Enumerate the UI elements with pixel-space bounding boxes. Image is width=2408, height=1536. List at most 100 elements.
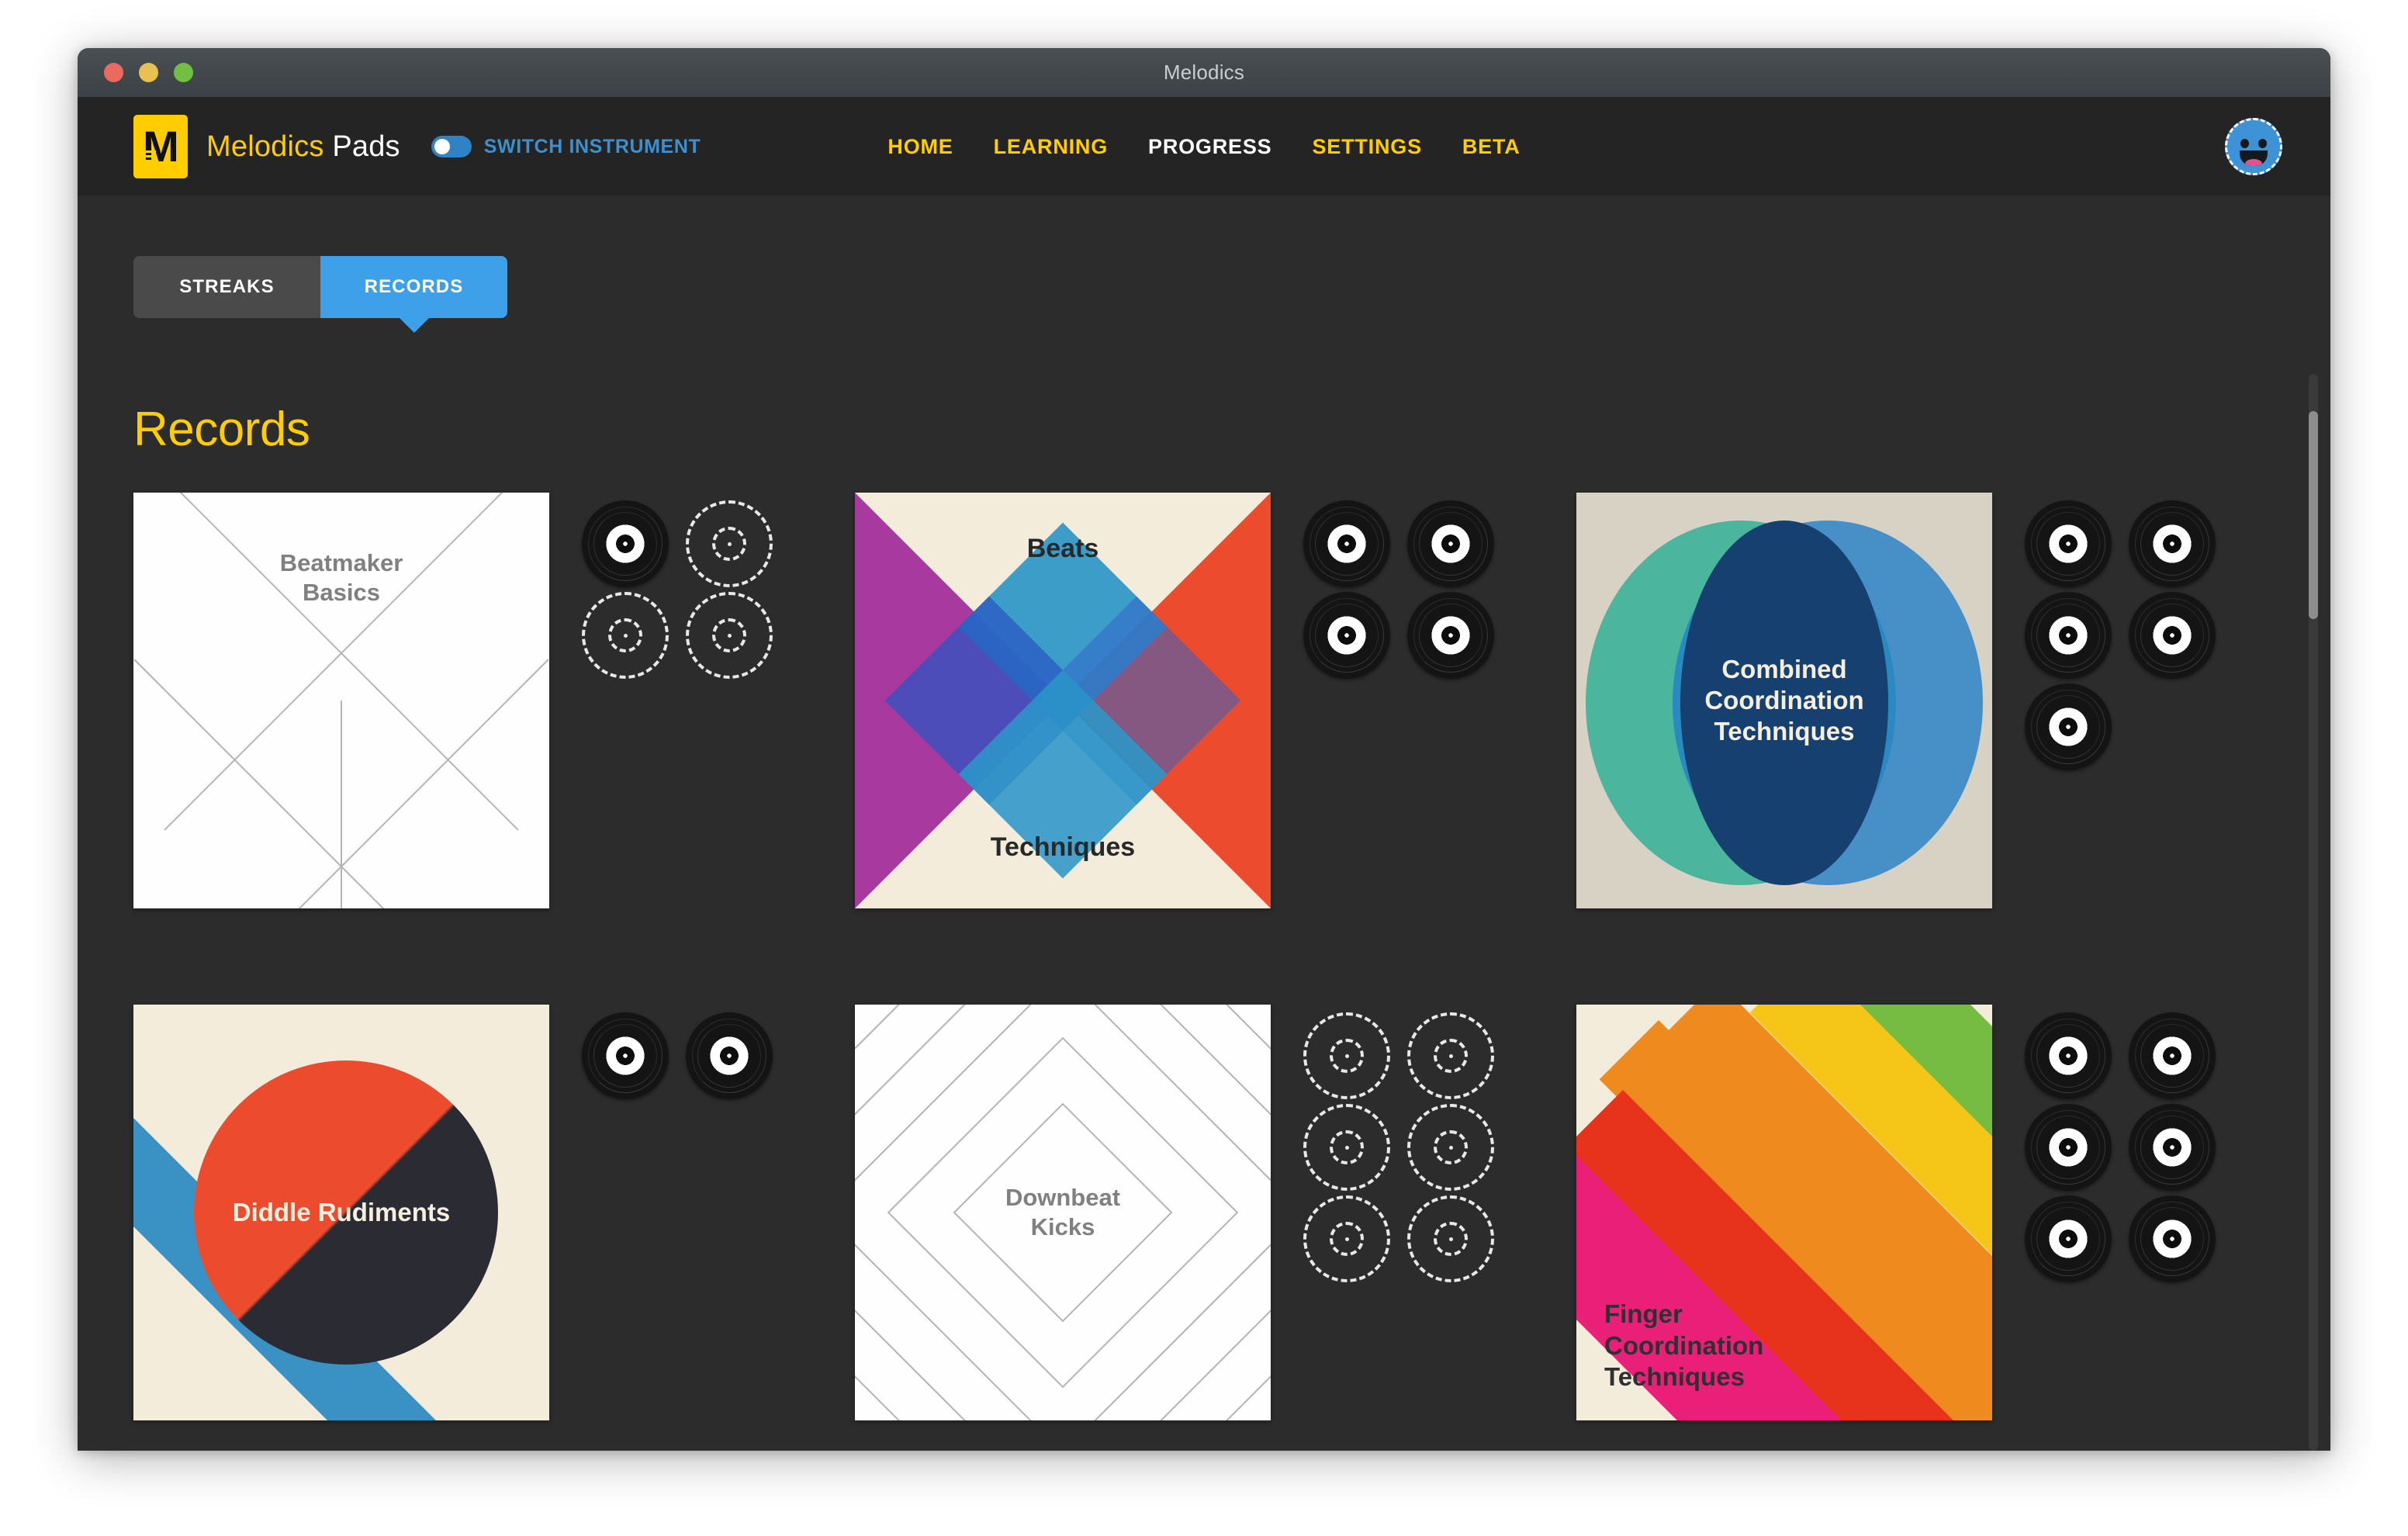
avatar[interactable]	[2225, 118, 2282, 175]
vinyl-badge-locked[interactable]	[1303, 1195, 1390, 1282]
record-title-line-1: Combined	[1721, 654, 1847, 683]
vinyl-badge-earned[interactable]	[2129, 1104, 2216, 1191]
record-cover-downbeat-kicks[interactable]: Downbeat Kicks	[855, 1005, 1271, 1420]
vinyl-badge-locked[interactable]	[686, 592, 773, 679]
vinyl-badge-locked[interactable]	[1303, 1012, 1390, 1099]
record-badges	[1303, 493, 1499, 679]
record-badges	[582, 493, 777, 679]
vinyl-badge-earned[interactable]	[686, 1012, 773, 1099]
window-titlebar: Melodics	[78, 48, 2330, 98]
vinyl-badge-locked[interactable]	[1407, 1104, 1494, 1191]
record-item[interactable]: Combined Coordination Techniques	[1576, 493, 2298, 908]
switch-instrument-label: SWITCH INSTRUMENT	[483, 135, 701, 157]
record-badges	[2025, 1005, 2220, 1282]
avatar-mouth-icon	[2240, 150, 2268, 166]
close-window-button[interactable]	[104, 63, 123, 82]
record-title-line-3: Techniques	[1714, 717, 1855, 746]
app-window: Melodics M Melodics Pads SWITCH INSTRUME…	[78, 48, 2330, 1451]
traffic-lights	[104, 63, 193, 82]
nav-item-progress[interactable]: PROGRESS	[1148, 135, 1271, 159]
page-title: Records	[133, 403, 310, 456]
vinyl-badge-earned[interactable]	[2025, 1195, 2112, 1282]
vinyl-badge-earned[interactable]	[1407, 500, 1494, 587]
vinyl-badge-locked[interactable]	[1407, 1012, 1494, 1099]
switch-instrument-button[interactable]: SWITCH INSTRUMENT	[431, 136, 701, 158]
vinyl-badge-earned[interactable]	[2025, 1104, 2112, 1191]
record-badges	[2025, 493, 2220, 770]
record-cover-title: Combined Coordination Techniques	[1576, 493, 1992, 908]
tab-streaks[interactable]: STREAKS	[133, 256, 320, 318]
record-cover-combined-coordination-techniques[interactable]: Combined Coordination Techniques	[1576, 493, 1992, 908]
record-item[interactable]: Beatmaker Basics	[133, 493, 855, 908]
vinyl-badge-earned[interactable]	[2025, 592, 2112, 679]
record-cover-beatmaker-basics[interactable]: Beatmaker Basics	[133, 493, 549, 908]
vinyl-badge-earned[interactable]	[2025, 683, 2112, 770]
brand-secondary: Pads	[332, 130, 400, 163]
brand-title: Melodics Pads	[206, 130, 400, 164]
scrollbar-thumb[interactable]	[2309, 411, 2318, 619]
record-badges	[1303, 1005, 1499, 1282]
nav-item-settings[interactable]: SETTINGS	[1312, 135, 1421, 159]
minimize-window-button[interactable]	[139, 63, 158, 82]
record-item[interactable]: Diddle Rudiments	[133, 1005, 855, 1420]
vinyl-badge-earned[interactable]	[2129, 1195, 2216, 1282]
records-grid: Beatmaker Basics Beats Techniques Combin…	[133, 493, 2330, 1420]
avatar-tongue-icon	[2245, 159, 2262, 166]
toggle-icon[interactable]	[431, 136, 472, 157]
record-cover-finger-coordination-techniques[interactable]: Finger Coordination Techniques	[1576, 1005, 1992, 1420]
record-title-line-1: Downbeat	[1005, 1184, 1121, 1212]
record-cover-beats-techniques[interactable]: Beats Techniques	[855, 493, 1271, 908]
record-item[interactable]: Beats Techniques	[855, 493, 1576, 908]
record-cover-title: Beatmaker Basics	[133, 548, 549, 607]
nav-item-home[interactable]: HOME	[887, 135, 953, 159]
progress-tabs: STREAKS RECORDS	[133, 256, 507, 318]
record-title-line-2: Kicks	[1030, 1213, 1095, 1240]
record-badges	[582, 1005, 777, 1099]
vinyl-badge-locked[interactable]	[1407, 1195, 1494, 1282]
melodics-logo-icon: M	[133, 115, 188, 178]
avatar-eye-left-icon	[2240, 139, 2249, 148]
vertical-scrollbar[interactable]	[2309, 374, 2318, 1451]
record-cover-title: Finger Coordination Techniques	[1604, 1299, 1763, 1392]
maximize-window-button[interactable]	[174, 63, 193, 82]
nav-item-learning[interactable]: LEARNING	[994, 135, 1108, 159]
desktop-backdrop: Melodics M Melodics Pads SWITCH INSTRUME…	[0, 0, 2408, 1536]
brand-block[interactable]: M Melodics Pads	[133, 115, 400, 178]
record-title-line-2: Basics	[303, 578, 380, 606]
record-title-line-2: Coordination	[1604, 1330, 1764, 1360]
record-cover-diddle-rudiments[interactable]: Diddle Rudiments	[133, 1005, 549, 1420]
main-navigation: HOME LEARNING PROGRESS SETTINGS BETA	[887, 135, 1520, 159]
vinyl-badge-earned[interactable]	[2129, 592, 2216, 679]
record-cover-title-top: Beats	[1026, 534, 1099, 563]
record-title-line-1: Finger	[1604, 1299, 1683, 1329]
record-item[interactable]: Finger Coordination Techniques	[1576, 1005, 2298, 1420]
tab-records[interactable]: RECORDS	[320, 256, 507, 318]
vinyl-badge-earned[interactable]	[2129, 500, 2216, 587]
brand-primary: Melodics	[206, 130, 324, 163]
record-cover-title: Diddle Rudiments	[232, 1197, 451, 1226]
app-root: M Melodics Pads SWITCH INSTRUMENT HOME L…	[78, 98, 2330, 1451]
record-title-line-1: Beatmaker	[279, 549, 403, 576]
vinyl-badge-locked[interactable]	[582, 592, 669, 679]
record-cover-title: Downbeat Kicks	[855, 1005, 1271, 1420]
vinyl-badge-locked[interactable]	[1303, 1104, 1390, 1191]
chevron-stem-icon	[341, 701, 342, 908]
vinyl-badge-earned[interactable]	[582, 500, 669, 587]
vinyl-badge-earned[interactable]	[2129, 1012, 2216, 1099]
record-item[interactable]: Downbeat Kicks	[855, 1005, 1576, 1420]
vinyl-badge-earned[interactable]	[2025, 1012, 2112, 1099]
record-title-line-3: Techniques	[1604, 1361, 1745, 1391]
avatar-eye-right-icon	[2258, 139, 2267, 148]
nav-item-beta[interactable]: BETA	[1462, 135, 1521, 159]
record-title-line-2: Coordination	[1704, 685, 1864, 714]
vinyl-badge-earned[interactable]	[2025, 500, 2112, 587]
vinyl-badge-earned[interactable]	[1303, 500, 1390, 587]
vinyl-badge-earned[interactable]	[1407, 592, 1494, 679]
vinyl-badge-locked[interactable]	[686, 500, 773, 587]
vinyl-badge-earned[interactable]	[582, 1012, 669, 1099]
app-header: M Melodics Pads SWITCH INSTRUMENT HOME L…	[78, 98, 2330, 195]
content-scroll-area: STREAKS RECORDS Records Beatmaker Basics…	[78, 195, 2330, 1451]
logo-bars-icon	[145, 150, 156, 164]
record-cover-title-bottom: Techniques	[990, 832, 1136, 862]
vinyl-badge-earned[interactable]	[1303, 592, 1390, 679]
